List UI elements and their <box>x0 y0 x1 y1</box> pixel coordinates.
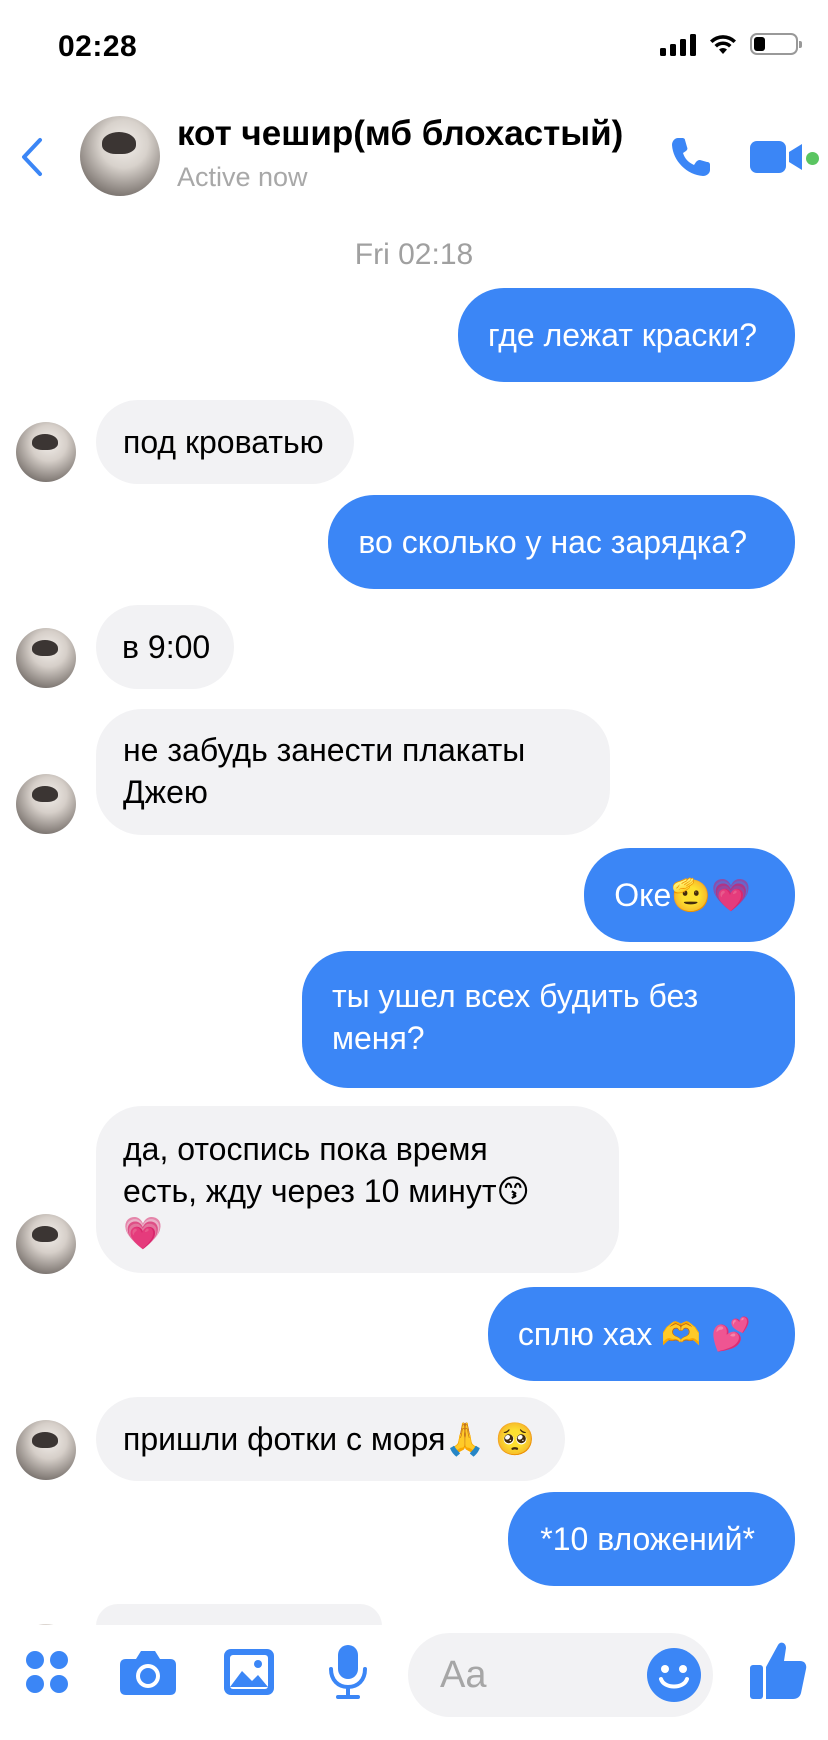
contact-name[interactable]: кот чешир(мб блохастый) <box>177 114 623 154</box>
apps-icon[interactable] <box>24 1649 70 1695</box>
message-text-line: Джею <box>123 774 208 810</box>
message-text: где лежат краски? <box>487 317 757 353</box>
back-icon[interactable] <box>14 132 54 182</box>
message-incoming[interactable]: пришли фотки с моря🙏 🥺 <box>96 1397 566 1481</box>
message-text: во сколько у нас зарядка? <box>358 524 747 560</box>
online-indicator <box>806 152 819 165</box>
emoji-salute-heart: 🫡💗 <box>671 876 751 914</box>
avatar <box>16 1214 76 1274</box>
message-outgoing[interactable]: где лежат краски? <box>457 288 795 382</box>
message-outgoing[interactable]: Оке🫡💗 <box>584 848 795 942</box>
message-text-line: ты ушел всех будить без <box>332 978 699 1014</box>
message-incoming-partial[interactable] <box>96 1604 382 1626</box>
contact-status: Active now <box>177 162 308 192</box>
camera-icon[interactable] <box>118 1647 178 1697</box>
message-incoming[interactable]: да, отоспись пока время есть, жду через … <box>96 1106 619 1273</box>
message-outgoing[interactable]: ты ушел всех будить без меня? <box>302 951 795 1088</box>
signal-icon <box>660 32 696 56</box>
date-separator: Fri 02:18 <box>354 238 474 271</box>
avatar <box>16 774 76 834</box>
message-text: Оке <box>614 877 672 913</box>
message-composer[interactable] <box>408 1633 713 1717</box>
message-outgoing[interactable]: сплю хах 🫶 💕 <box>487 1287 795 1381</box>
message-incoming[interactable]: в 9:00 <box>96 605 235 689</box>
mic-icon[interactable] <box>326 1643 370 1701</box>
avatar <box>16 628 76 688</box>
message-text-line: меня? <box>332 1020 425 1056</box>
composer-bar <box>0 1625 828 1740</box>
message-text: под кроватью <box>123 424 324 460</box>
avatar <box>16 422 76 482</box>
message-text: сплю хах <box>517 1316 662 1352</box>
contact-avatar[interactable] <box>80 116 160 196</box>
wifi-icon <box>710 35 736 54</box>
emoji-pray-pleading: 🙏 🥺 <box>445 1420 536 1458</box>
emoji-icon[interactable] <box>646 1647 702 1703</box>
status-icons <box>660 32 802 56</box>
like-icon[interactable] <box>748 1639 808 1701</box>
message-incoming[interactable]: под кроватью <box>96 400 354 484</box>
battery-icon <box>750 33 802 55</box>
message-text-line: да, отоспись пока время <box>123 1131 488 1167</box>
message-text: в 9:00 <box>122 629 211 665</box>
conversation-header: кот чешир(мб блохастый) Active now <box>0 100 828 210</box>
phone-icon[interactable] <box>668 134 714 180</box>
emoji-heart: 💗 <box>123 1214 163 1252</box>
message-text-line: не забудь занести плакаты <box>123 732 526 768</box>
gallery-icon[interactable] <box>222 1647 276 1697</box>
emoji-heart-hands: 🫶 💕 <box>661 1315 751 1353</box>
message-text-line: есть, жду через 10 минут <box>123 1173 497 1209</box>
emoji-kissing-face: 😙 <box>496 1172 530 1210</box>
message-input[interactable] <box>440 1647 640 1703</box>
status-time: 02:28 <box>58 30 138 63</box>
avatar <box>16 1420 76 1480</box>
message-text: *10 вложений* <box>540 1521 755 1557</box>
message-outgoing[interactable]: *10 вложений* <box>508 1492 795 1586</box>
message-incoming[interactable]: не забудь занести плакаты Джею <box>96 709 610 835</box>
message-text: пришли фотки с моря <box>123 1421 446 1457</box>
message-outgoing[interactable]: во сколько у нас зарядка? <box>328 495 795 589</box>
video-icon[interactable] <box>748 138 808 176</box>
